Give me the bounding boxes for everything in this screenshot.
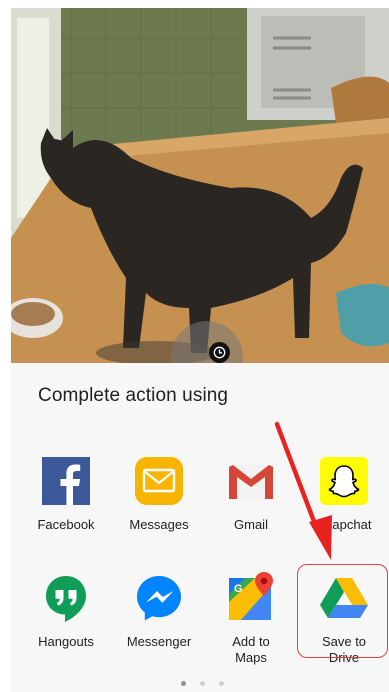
maps-icon: G — [229, 572, 273, 620]
page-dot — [219, 681, 224, 686]
app-gmail[interactable]: Gmail — [207, 455, 295, 533]
svg-text:G: G — [234, 583, 243, 595]
facebook-icon — [42, 457, 90, 505]
page-indicator — [181, 681, 224, 686]
clock-icon — [209, 342, 230, 363]
app-add-to-maps[interactable]: G Add to Maps — [207, 572, 295, 666]
hangouts-icon — [46, 576, 86, 622]
shared-photo-preview — [11, 8, 389, 363]
app-messages[interactable]: Messages — [115, 455, 203, 533]
gmail-icon — [229, 465, 273, 499]
page-dot — [200, 681, 205, 686]
drive-highlight-box — [297, 564, 388, 658]
app-snapchat[interactable]: Snapchat — [300, 455, 388, 533]
page-dot-active — [181, 681, 186, 686]
app-facebook[interactable]: Facebook — [22, 455, 110, 533]
messages-icon — [135, 457, 183, 505]
app-messenger[interactable]: Messenger — [115, 572, 203, 650]
snapchat-icon — [320, 457, 368, 505]
messenger-icon — [137, 576, 181, 621]
sheet-title: Complete action using — [38, 385, 229, 406]
app-hangouts[interactable]: Hangouts — [22, 572, 110, 650]
